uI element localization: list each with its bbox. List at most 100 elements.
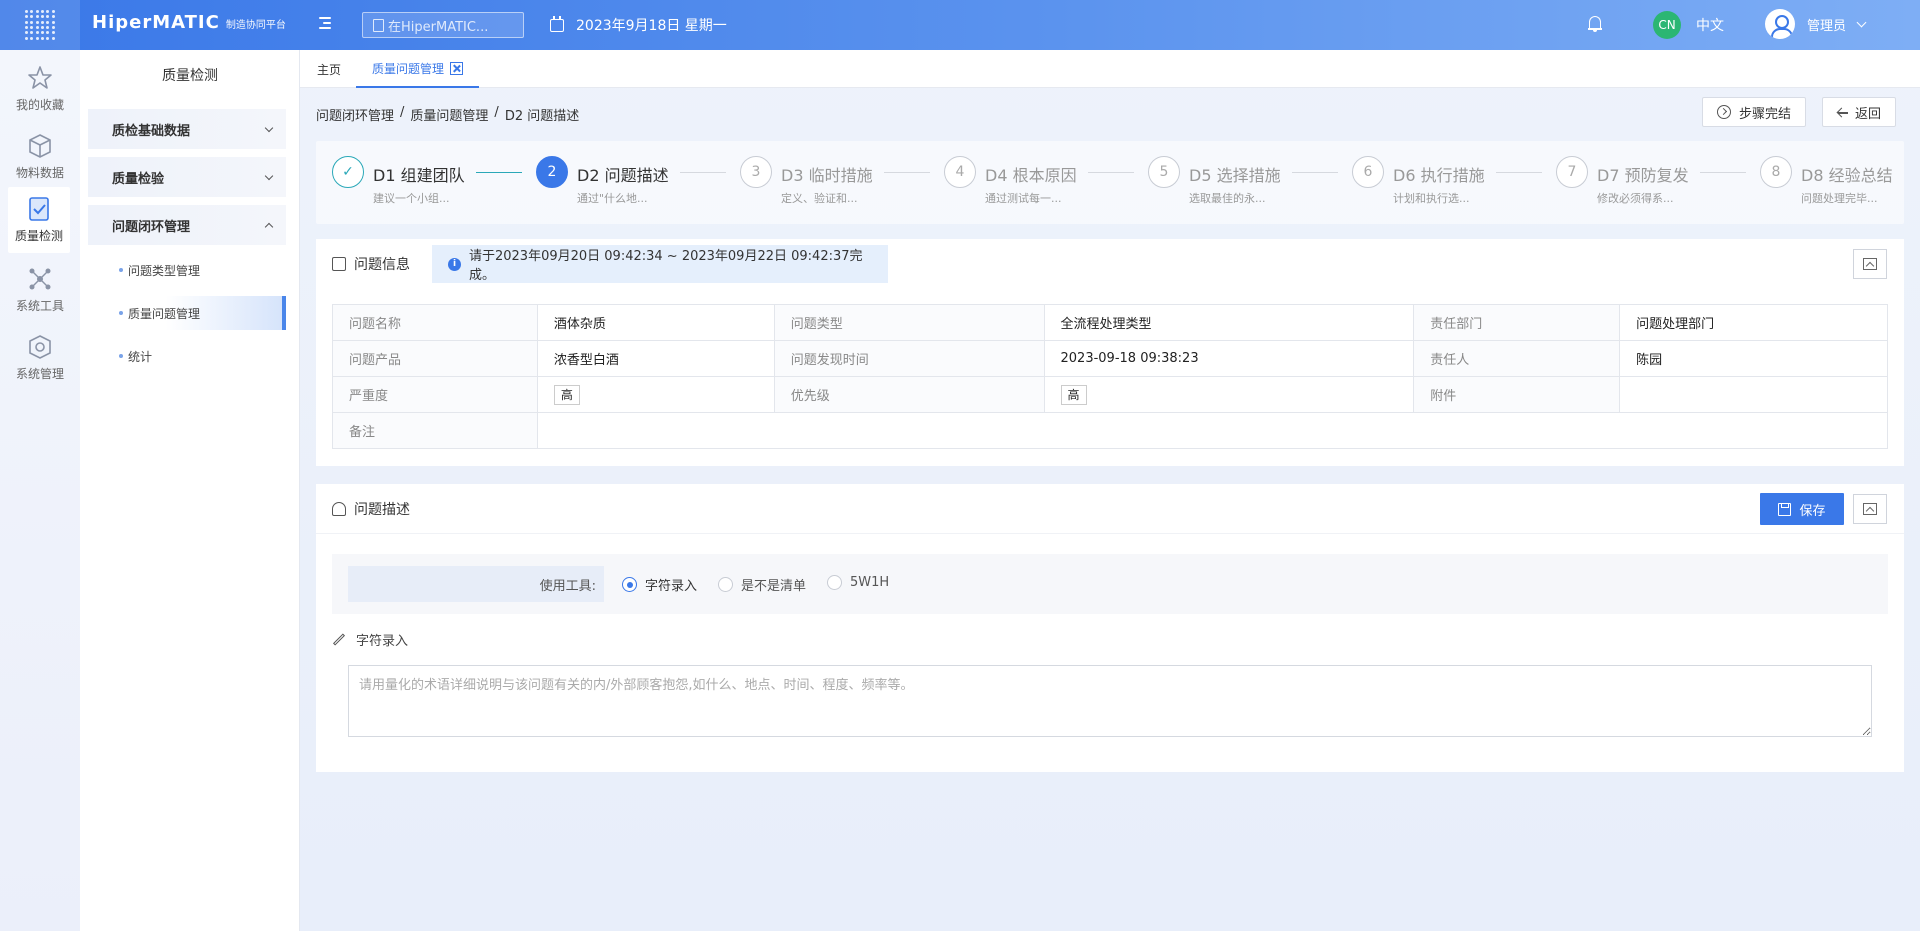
field-value: 2023-09-18 09:38:23 — [1043, 340, 1415, 377]
avatar — [1765, 9, 1795, 39]
description-textarea[interactable] — [348, 665, 1872, 737]
rail-item-system-management[interactable]: 系统管理 — [0, 325, 80, 391]
rail-item-label: 系统工具 — [15, 299, 64, 313]
table-row: 备注 — [332, 412, 1889, 449]
rail-item-label: 我的收藏 — [15, 98, 64, 112]
step-title: D4 根本原因 — [985, 166, 1077, 185]
radio-label: 是不是清单 — [741, 579, 807, 594]
global-search-input[interactable]: 在HiperMATIC... — [362, 12, 524, 38]
menu-toggle-icon[interactable] — [317, 15, 333, 31]
sidebar-item-issue-type-management[interactable]: 问题类型管理 — [88, 253, 286, 287]
remark-value — [536, 412, 1889, 449]
rail-item-quality-inspection[interactable]: 质量检测 — [8, 187, 70, 253]
tab-quality-issue-management[interactable]: 质量问题管理 — [356, 50, 480, 88]
date-text: 2023年9月18日 星期一 — [576, 18, 727, 34]
chevron-up-icon — [264, 222, 274, 232]
radio-label: 字符录入 — [645, 579, 698, 594]
breadcrumb-separator: / — [400, 105, 405, 120]
breadcrumb-item[interactable]: 问题闭环管理 — [316, 105, 394, 124]
step-desc: 定义、验证和... — [781, 192, 858, 205]
arrow-left-icon — [1837, 107, 1848, 117]
issue-info-table: 问题名称 酒体杂质 问题类型 全流程处理类型 责任部门 问题处理部门 问题产品 … — [332, 304, 1889, 449]
sidebar-group-quality-inspection[interactable]: 质量检验 — [88, 157, 286, 197]
sidebar-item-label: 问题类型管理 — [128, 263, 201, 278]
back-label: 返回 — [1855, 106, 1882, 122]
breadcrumb-item[interactable]: 质量问题管理 — [410, 105, 488, 124]
step-title: D2 问题描述 — [577, 166, 669, 185]
chevron-down-icon — [264, 123, 274, 133]
field-label: 问题发现时间 — [773, 340, 1045, 377]
step-number: 3 — [740, 156, 772, 188]
field-label: 严重度 — [332, 376, 538, 413]
puzzle-icon — [332, 502, 346, 516]
collapse-button[interactable] — [1853, 494, 1887, 524]
complete-step-button[interactable]: 步骤完结 — [1702, 97, 1807, 127]
document-icon — [332, 257, 346, 271]
attachment-value[interactable] — [1619, 376, 1888, 413]
field-label: 优先级 — [773, 376, 1045, 413]
chevron-up-icon — [1863, 503, 1877, 515]
sidebar-group-qc-base-data[interactable]: 质检基础数据 — [88, 109, 286, 149]
radio-dot — [622, 577, 637, 592]
step-title: D5 选择措施 — [1189, 166, 1281, 185]
step-connector — [1496, 172, 1542, 173]
radio-is-is-not-list[interactable]: 是不是清单 — [718, 575, 806, 594]
notification-bell-icon[interactable] — [1588, 16, 1602, 32]
top-bar: HiperMATIC 制造协同平台 在HiperMATIC... 2023年9月… — [0, 0, 1920, 50]
step-desc: 修改必须得系... — [1597, 192, 1674, 205]
rail-item-favorites[interactable]: 我的收藏 — [0, 56, 80, 122]
close-icon[interactable] — [450, 61, 464, 75]
breadcrumb-separator: / — [494, 105, 499, 120]
chevron-down-icon — [1856, 17, 1867, 27]
radio-char-input[interactable]: 字符录入 — [622, 575, 697, 594]
save-button[interactable]: 保存 — [1760, 493, 1844, 525]
collapse-button[interactable] — [1853, 249, 1887, 279]
user-menu[interactable]: 管理员 — [1765, 9, 1867, 39]
brand-logo: HiperMATIC 制造协同平台 — [92, 12, 286, 33]
sidebar-group-label: 问题闭环管理 — [112, 219, 191, 235]
panel-title-text: 问题信息 — [354, 257, 410, 273]
tab-home[interactable]: 主页 — [317, 50, 341, 88]
step-title: D1 组建团队 — [373, 166, 465, 185]
rail-item-system-tools[interactable]: 系统工具 — [0, 257, 80, 323]
step-number: 4 — [944, 156, 976, 188]
brand-subtitle: 制造协同平台 — [225, 20, 286, 31]
radio-5w1h[interactable]: 5W1H — [827, 575, 889, 590]
field-label: 问题类型 — [773, 304, 1045, 341]
language-switcher[interactable]: CN 中文 — [1653, 11, 1724, 39]
radio-dot — [718, 577, 733, 592]
severity-badge: 高 — [553, 384, 580, 405]
sidebar-group-issue-closed-loop[interactable]: 问题闭环管理 — [88, 205, 286, 245]
panel-header: 问题描述 保存 — [316, 484, 1904, 534]
language-badge: CN — [1653, 11, 1681, 39]
pencil-icon — [332, 633, 346, 646]
sidebar: 质量检测 质检基础数据 质量检验 问题闭环管理 问题类型管理 质量问题管理 统计 — [80, 50, 300, 931]
rail-item-material-data[interactable]: 物料数据 — [0, 124, 80, 190]
app-launcher-icon[interactable] — [0, 0, 80, 50]
language-label: 中文 — [1696, 18, 1724, 34]
step-number: 7 — [1556, 156, 1588, 188]
step-progress: ✓ D1 组建团队 建议一个小组... 2 D2 问题描述 通过"什么地... … — [316, 141, 1904, 224]
sidebar-item-statistics[interactable]: 统计 — [88, 339, 286, 373]
step-connector — [1088, 172, 1134, 173]
table-row: 严重度 高 优先级 高 附件 — [332, 376, 1888, 413]
module-rail: 我的收藏 物料数据 质量检测 系统工具 系统管理 — [0, 50, 80, 931]
deadline-notice: i 请于2023年09月20日 09:42:34 ~ 2023年09月22日 0… — [432, 245, 888, 283]
chevron-down-icon — [264, 171, 274, 181]
table-row: 问题名称 酒体杂质 问题类型 全流程处理类型 责任部门 问题处理部门 — [332, 304, 1888, 341]
sidebar-title: 质量检测 — [162, 68, 218, 84]
sidebar-item-quality-issue-management[interactable]: 质量问题管理 — [88, 296, 286, 330]
step-desc: 建议一个小组... — [373, 192, 450, 205]
breadcrumb: 问题闭环管理 / 质量问题管理 / D2 问题描述 — [316, 105, 579, 124]
field-value: 问题处理部门 — [1619, 304, 1888, 341]
step-desc: 通过"什么地... — [577, 192, 648, 205]
user-name: 管理员 — [1807, 18, 1847, 34]
field-value: 全流程处理类型 — [1043, 304, 1415, 341]
sidebar-group-label: 质检基础数据 — [112, 123, 191, 139]
back-button[interactable]: 返回 — [1822, 97, 1897, 127]
search-placeholder: 在HiperMATIC... — [388, 19, 489, 35]
chevron-up-icon — [1863, 258, 1877, 270]
step-title: D3 临时措施 — [781, 166, 873, 185]
step-connector — [680, 172, 726, 173]
input-section-label: 字符录入 — [332, 630, 408, 649]
